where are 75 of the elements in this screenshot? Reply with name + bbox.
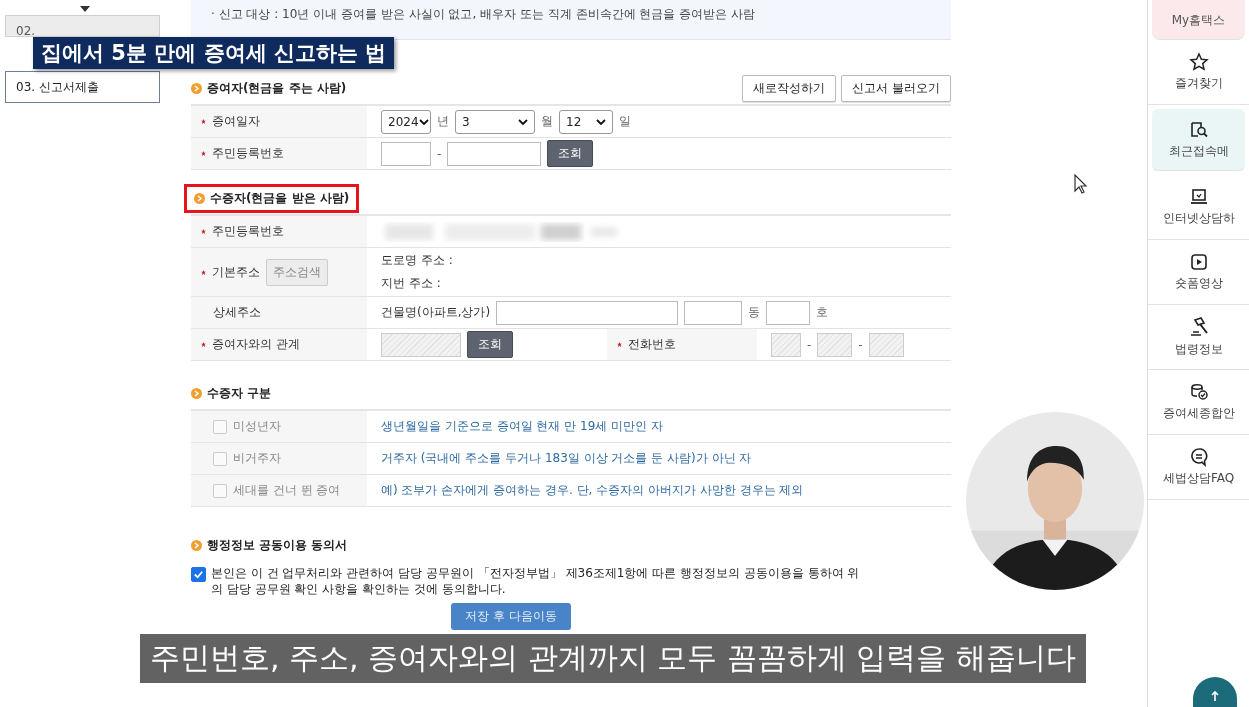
nav-item[interactable]: 02. xyxy=(5,15,160,37)
consent-text: 본인은 이 건 업무처리와 관련하여 담당 공무원이 「전자정부법」 제36조제1항에 따른 행정정보의 공동이용을 통하여 위의 담당 공무원 확인 사항을 확인하는 것에 동의합니다. xyxy=(211,565,861,598)
field-label: 상세주소 xyxy=(213,304,261,321)
coins-icon xyxy=(1188,382,1209,402)
bullet-icon xyxy=(191,387,202,399)
separator-text: - xyxy=(807,337,812,352)
sidebar-item[interactable]: 최근접속메 xyxy=(1152,109,1245,171)
chevron-down-icon xyxy=(518,118,528,125)
star-icon xyxy=(1188,52,1209,72)
bullet-icon xyxy=(194,192,205,204)
caret-icon[interactable] xyxy=(80,6,90,12)
scroll-top-icon[interactable] xyxy=(1193,677,1237,707)
description-text: 생년월일을 기준으로 증여일 현재 만 19세 미만인 자 xyxy=(381,418,663,435)
checkbox[interactable] xyxy=(213,451,227,466)
road-address-label: 도로명 주소 : xyxy=(381,252,453,269)
field-label: 기본주소 xyxy=(212,263,260,281)
nav-item[interactable]: 03. 신고서제출 xyxy=(5,71,160,103)
lookup-button[interactable]: 조회 xyxy=(547,140,594,167)
action-button[interactable]: 신고서 불러오기 xyxy=(841,74,951,102)
document-search-icon xyxy=(1188,119,1209,140)
field-label: 주민등록번호 xyxy=(212,145,284,162)
checkbox[interactable] xyxy=(213,483,227,498)
laptop-icon xyxy=(1188,187,1209,207)
chat-icon xyxy=(1188,447,1209,467)
field-label: 건물명(아파트,상가) xyxy=(381,304,491,321)
month-select[interactable]: 3 xyxy=(455,109,535,134)
sidebar-item[interactable]: 숏폼영상 xyxy=(1148,240,1249,305)
section-title: 수증자 구분 xyxy=(207,384,272,402)
bullet-icon xyxy=(191,539,202,551)
section-title: 행정정보 공동이용 동의서 xyxy=(207,536,348,554)
input-field[interactable] xyxy=(447,141,542,166)
day-select[interactable]: 12 xyxy=(559,109,613,134)
checkbox-label: 미성년자 xyxy=(233,418,281,435)
chevron-down-icon xyxy=(418,118,429,125)
bullet-icon xyxy=(191,82,202,94)
section-title: 증여자(현금을 주는 사람) xyxy=(207,79,347,97)
section-title: 수증자(현금을 받은 사람) xyxy=(210,189,350,207)
unit-label: 호 xyxy=(816,304,829,321)
play-icon xyxy=(1188,252,1209,272)
sidebar-item[interactable]: 세법상담FAQ xyxy=(1148,435,1249,500)
unit-label: 일 xyxy=(619,113,631,130)
mouse-cursor-icon xyxy=(1074,174,1088,194)
sidebar-item[interactable]: 즐겨찾기 xyxy=(1148,40,1249,105)
sidebar-item[interactable]: 증여세종합안 xyxy=(1148,370,1249,435)
separator-text: - xyxy=(858,337,863,352)
unit-label: 월 xyxy=(541,113,553,130)
checkbox-label: 세대를 건너 뛴 증여 xyxy=(233,482,341,499)
checkbox[interactable] xyxy=(191,567,206,582)
unit-label: 동 xyxy=(748,304,761,321)
notice-text: · 신고 대상 : 10년 이내 증여를 받은 사실이 없고, 배우자 또는 직계 존비속간에 현금을 증여받은 사람 xyxy=(191,0,951,40)
sidebar-item[interactable]: My홈택스 xyxy=(1152,0,1245,40)
description-text: 예) 조부가 손자에게 증여하는 경우. 단, 수증자의 아버지가 사망한 경우는 제외 xyxy=(381,482,804,499)
sidebar-item[interactable]: 인터넷상담하 xyxy=(1148,175,1249,240)
description-text: 거주자 (국내에 주소를 두거나 183일 이상 거소를 둔 사람)가 아닌 자 xyxy=(381,450,752,467)
input-field[interactable] xyxy=(684,300,743,325)
action-button[interactable]: 새로작성하기 xyxy=(742,74,837,102)
video-subtitle: 주민번호, 주소, 증여자와의 관계까지 모두 꼼꼼하게 입력을 해줍니다 xyxy=(140,634,1086,683)
field-label: 증여일자 xyxy=(212,113,260,130)
separator-text: - xyxy=(437,146,442,161)
field-label: 전화번호 xyxy=(628,336,676,353)
input-field[interactable] xyxy=(496,300,679,325)
year-select[interactable]: 2024 xyxy=(381,109,431,134)
video-caption: 집에서 5분 만에 증여세 신고하는 법 xyxy=(33,37,395,69)
lookup-button[interactable]: 조회 xyxy=(467,331,513,358)
checkmark-icon xyxy=(193,569,204,580)
field-label: 증여자와의 관계 xyxy=(212,336,300,353)
chevron-down-icon xyxy=(596,118,606,125)
input-field[interactable] xyxy=(766,300,811,325)
input-field[interactable] xyxy=(381,141,431,166)
checkbox[interactable] xyxy=(213,419,227,434)
field-label: 주민등록번호 xyxy=(212,223,284,240)
sidebar-item[interactable]: 법령정보 xyxy=(1148,305,1249,370)
unit-label: 년 xyxy=(437,113,449,130)
checkbox-label: 비거주자 xyxy=(233,450,281,467)
lot-address-label: 지번 주소 : xyxy=(381,275,441,292)
